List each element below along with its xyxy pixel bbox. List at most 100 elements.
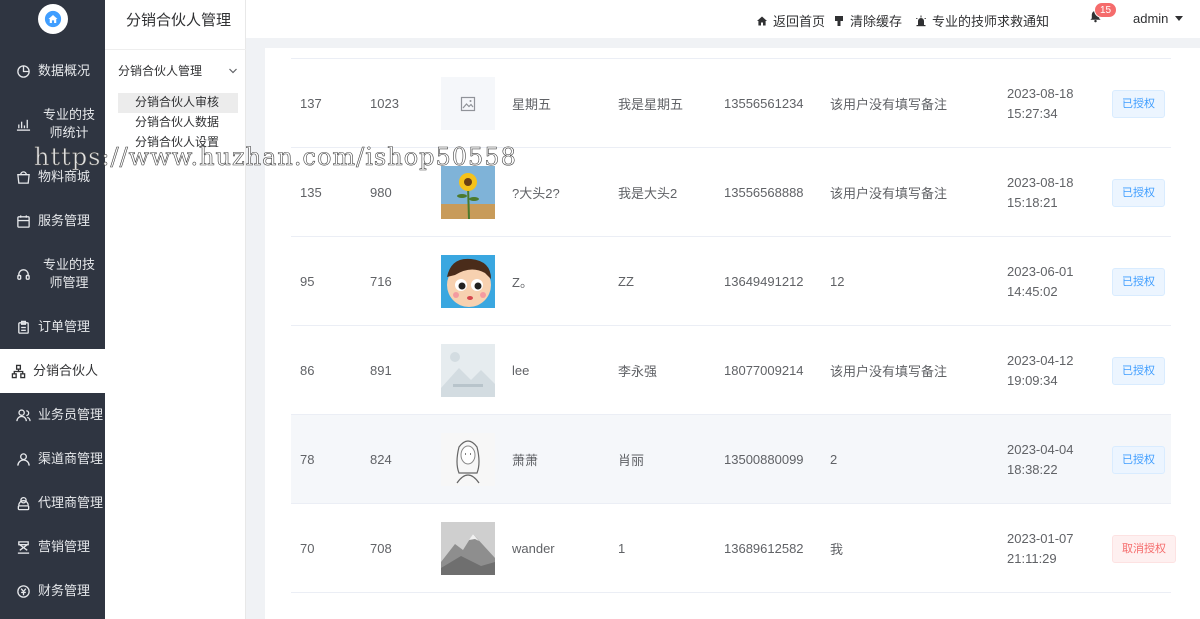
chevron-down-icon — [229, 68, 237, 73]
authorized-button[interactable]: 已授权 — [1112, 178, 1165, 207]
cell-action: 已授权 — [1112, 148, 1165, 237]
brush-icon — [835, 15, 843, 26]
submenu-panel: 分销合伙人管理 分销合伙人管理 分销合伙人审核 分销合伙人数据 分销合伙人设置 — [105, 0, 246, 619]
pie-chart-icon — [15, 63, 31, 79]
cell-user-id: 824 — [370, 452, 392, 467]
submenu-item-1[interactable]: 分销合伙人审核 — [118, 93, 238, 113]
clear-cache-link[interactable]: 清除缓存 — [833, 11, 902, 30]
sidebar-item-9[interactable]: 渠道商管理 — [0, 437, 105, 481]
submenu-list: 分销合伙人审核 分销合伙人数据 分销合伙人设置 — [118, 93, 238, 153]
sidebar-item-12[interactable]: 财务管理 — [0, 569, 105, 613]
cell-phone: 13649491212 — [724, 274, 804, 289]
cell-remark: 该用户没有填写备注 — [830, 186, 948, 201]
submenu-item-2[interactable]: 分销合伙人数据 — [118, 113, 238, 133]
submenu-group[interactable]: 分销合伙人管理 — [118, 62, 238, 79]
authorized-button[interactable]: 已授权 — [1112, 356, 1165, 385]
date-text: 2023-08-18 — [1007, 174, 1074, 190]
sidebar-item-label: 专业的技师统计 — [42, 107, 95, 140]
time-text: 21:11:29 — [1007, 550, 1057, 566]
avatar[interactable] — [441, 166, 495, 219]
table-row: 86 891 lee 李永强 18077009214 该用户没有填写备注 2023-04-1… — [291, 326, 1171, 415]
sidebar-item-7[interactable]: 分销合伙人 — [0, 349, 105, 393]
cell-created-time: 2023-04-04 18:38:22 — [1007, 415, 1074, 504]
time-text: 15:18:21 — [1007, 194, 1058, 210]
table-row: 78 824 萧萧 肖丽 13500880099 2 2023-04-04 18:38:22 已… — [291, 415, 1171, 504]
cell-action: 已授权 — [1112, 237, 1165, 326]
home-link[interactable]: 返回首页 — [756, 11, 825, 30]
cell-created-time: 2023-06-01 14:45:02 — [1007, 237, 1074, 326]
sidebar-item-2[interactable]: 专业的技师统计 — [0, 93, 105, 155]
sidebar-item-5[interactable]: 专业的技师管理 — [0, 243, 105, 305]
sidebar-item-10[interactable]: 代理商管理 — [0, 481, 105, 525]
cell-remark: 该用户没有填写备注 — [830, 97, 948, 112]
cell-action: 已授权 — [1112, 415, 1165, 504]
network-icon — [10, 363, 26, 379]
cell-nickname: Z。 — [512, 275, 533, 290]
cell-action: 已授权 — [1112, 326, 1165, 415]
divider — [105, 49, 246, 50]
image-placeholder-icon[interactable] — [441, 77, 495, 130]
sidebar-item-4[interactable]: 服务管理 — [0, 199, 105, 243]
authorized-button[interactable]: 已授权 — [1112, 89, 1165, 118]
cell-name: 我是大头2 — [618, 186, 678, 201]
cell-name: 肖丽 — [618, 453, 645, 468]
sidebar-item-3[interactable]: 物料商城 — [0, 155, 105, 199]
cell-id: 135 — [300, 185, 322, 200]
table-row: 137 1023 星期五 我是星期五 13556561234 该用户没有填写备注 2023-… — [291, 59, 1171, 148]
cell-created-time: 2023-08-18 15:27:34 — [1007, 59, 1074, 148]
cell-nickname: ?大头2? — [512, 186, 560, 201]
sidebar-item-8[interactable]: 业务员管理 — [0, 393, 105, 437]
sidebar-item-label: 服务管理 — [38, 213, 91, 228]
alarm-notice-link[interactable]: 专业的技师求救通知 — [915, 11, 1049, 30]
cell-nickname: 星期五 — [512, 97, 552, 112]
cell-phone: 13500880099 — [724, 452, 804, 467]
cell-action: 已授权 — [1112, 59, 1165, 148]
user-menu[interactable]: admin — [1133, 11, 1184, 26]
authorized-button[interactable]: 已授权 — [1112, 445, 1165, 474]
cell-user-id: 980 — [370, 185, 392, 200]
marketing-icon — [15, 539, 31, 555]
sidebar-item-6[interactable]: 订单管理 — [0, 305, 105, 349]
table-row: 135 980 ?大头2? 我是大头2 13556568888 该用户没有填写备注 2023… — [291, 148, 1171, 237]
submenu-title: 分销合伙人管理 — [126, 12, 232, 29]
clear-cache-label: 清除缓存 — [850, 14, 903, 29]
submenu-item-3[interactable]: 分销合伙人设置 — [118, 133, 238, 153]
cell-id: 95 — [300, 274, 315, 289]
time-text: 19:09:34 — [1007, 372, 1058, 388]
logo-area — [0, 0, 105, 38]
user-name: admin — [1133, 11, 1169, 26]
sidebar-item-11[interactable]: 营销管理 — [0, 525, 105, 569]
cell-id: 70 — [300, 541, 315, 556]
cell-avatar — [441, 148, 495, 237]
cell-user-id: 716 — [370, 274, 392, 289]
caret-down-icon — [1175, 16, 1184, 21]
cell-avatar — [441, 326, 495, 415]
cell-avatar — [441, 237, 495, 326]
cell-user-id: 1023 — [370, 96, 399, 111]
avatar[interactable] — [441, 522, 495, 575]
cell-remark: 我 — [830, 542, 844, 557]
avatar[interactable] — [441, 344, 495, 397]
cell-name: ZZ — [618, 274, 634, 289]
home-icon[interactable] — [37, 4, 68, 34]
cell-avatar — [441, 415, 495, 504]
cell-id: 137 — [300, 96, 322, 111]
clipboard-icon — [15, 319, 31, 335]
cell-id: 86 — [300, 363, 315, 378]
cell-name: 李永强 — [618, 364, 658, 379]
home-link-label: 返回首页 — [773, 14, 826, 29]
users-icon — [15, 407, 31, 423]
table-row: 95 716 Z。 ZZ 13649491212 12 2023-06-01 14:45:02… — [291, 237, 1171, 326]
top-header: 返回首页 清除缓存 专业的技师求救通知 15 admin — [246, 0, 1200, 38]
revoke-auth-button[interactable]: 取消授权 — [1112, 534, 1176, 563]
authorized-button[interactable]: 已授权 — [1112, 267, 1165, 296]
date-text: 2023-04-04 — [1007, 441, 1074, 457]
avatar[interactable] — [441, 255, 495, 308]
cell-phone: 18077009214 — [724, 363, 804, 378]
time-text: 18:38:22 — [1007, 461, 1058, 477]
sidebar-item-label: 订单管理 — [38, 319, 91, 334]
avatar[interactable] — [441, 433, 495, 486]
cell-user-id: 708 — [370, 541, 392, 556]
home-small-icon — [757, 16, 767, 25]
sidebar-item-1[interactable]: 数据概况 — [0, 49, 105, 93]
